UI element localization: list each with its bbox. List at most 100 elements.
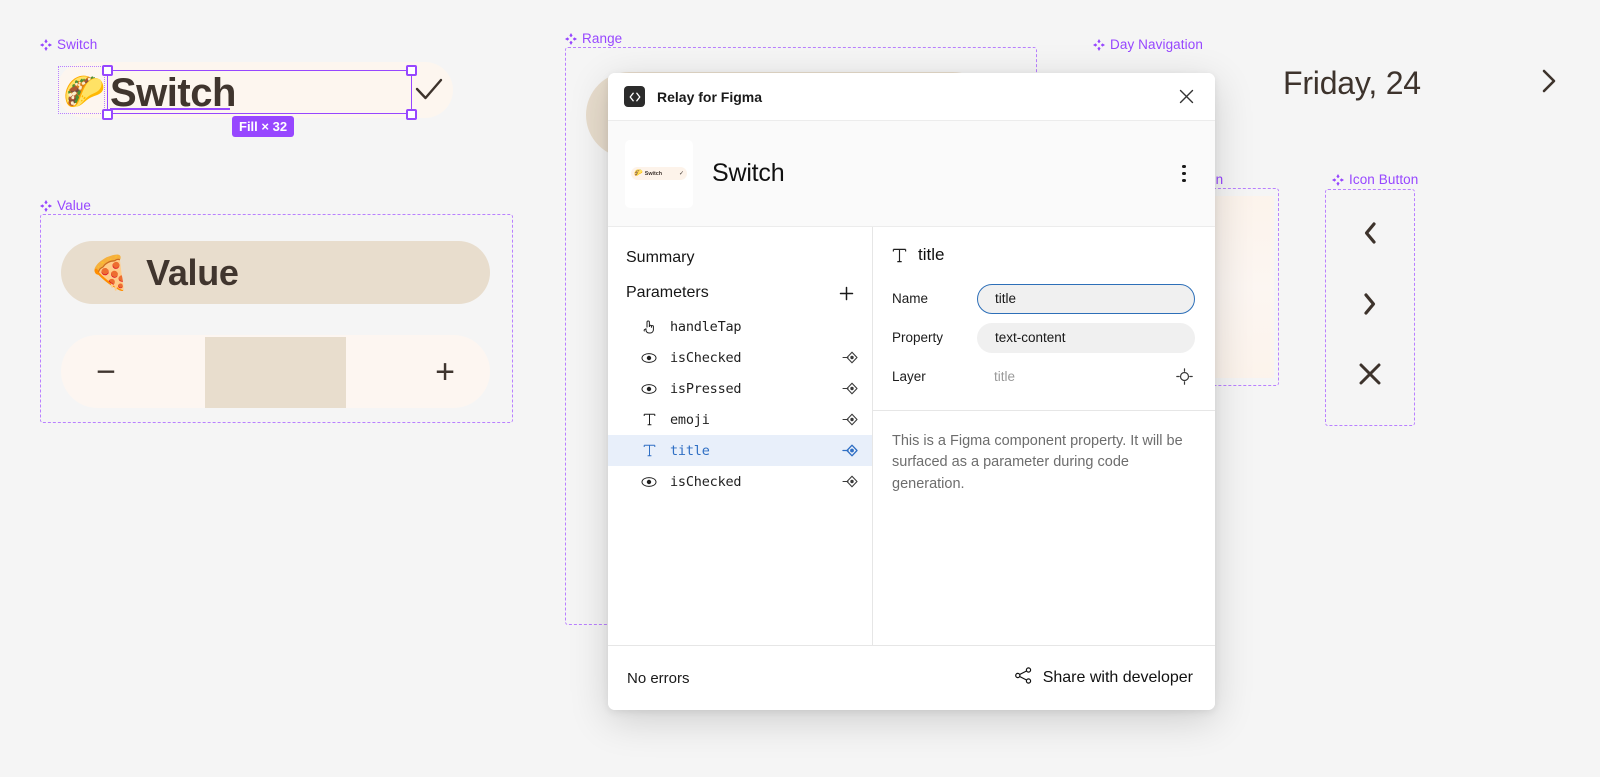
component-diamond-icon [565, 32, 577, 45]
value-readout-field[interactable] [205, 337, 346, 408]
layer-value: title [994, 369, 1016, 384]
parameter-name: handleTap [670, 318, 742, 335]
chevron-right-icon [1364, 293, 1376, 315]
field-label-name: Name [892, 291, 929, 306]
field-row-name: Name title [873, 279, 1215, 318]
parameter-name: isChecked [670, 473, 742, 490]
summary-section-label[interactable]: Summary [608, 241, 872, 277]
field-row-layer: Layer title [873, 357, 1215, 396]
property-link-icon[interactable] [842, 351, 858, 364]
component-diamond-icon [40, 38, 52, 51]
pizza-emoji: 🍕 [89, 254, 131, 291]
taco-emoji: 🌮 [63, 73, 106, 111]
frame-label-value[interactable]: Value [40, 198, 91, 213]
selection-rectangle [107, 70, 412, 114]
day-navigation-next-button[interactable] [1530, 62, 1568, 100]
increment-button[interactable]: + [400, 355, 490, 389]
dot [1182, 164, 1186, 169]
value-label: Value [146, 251, 239, 293]
value-pill[interactable]: 🍕 Value [61, 241, 490, 304]
hidden-component-content [1212, 196, 1274, 378]
target-crosshair-icon[interactable] [1173, 368, 1195, 385]
frame-label-range[interactable]: Range [565, 31, 622, 46]
decrement-button[interactable]: − [61, 355, 151, 389]
selection-handle-top-left[interactable] [102, 65, 113, 76]
dot [1182, 178, 1186, 183]
parameter-detail-panel: title Name title Property text-content L… [873, 227, 1215, 645]
selection-handle-bottom-left[interactable] [102, 109, 113, 120]
close-icon [1179, 89, 1193, 104]
eye-icon [641, 352, 657, 364]
add-parameter-button[interactable] [834, 281, 858, 305]
parameter-name: isChecked [670, 349, 742, 366]
parameter-row-isChecked-1[interactable]: isChecked [608, 342, 872, 373]
text-type-icon [641, 413, 657, 426]
parameters-section-header: Parameters [608, 277, 872, 311]
component-diamond-icon [1332, 173, 1344, 186]
component-diamond-icon [40, 199, 52, 212]
day-navigation-date: Friday, 24 [1283, 65, 1421, 101]
frame-label-day-navigation[interactable]: Day Navigation [1093, 37, 1203, 52]
frame-label-text: Value [57, 198, 92, 213]
frame-label-text: Icon Button [1349, 172, 1419, 187]
tap-gesture-icon [641, 319, 657, 334]
share-with-developer-button[interactable]: Share with developer [1014, 666, 1193, 690]
property-link-icon[interactable] [842, 413, 858, 426]
dot [1182, 171, 1186, 176]
text-type-icon [641, 444, 657, 457]
more-vertical-icon[interactable] [1171, 159, 1197, 189]
icon-button-next[interactable] [1348, 284, 1392, 324]
dialog-title: Relay for Figma [657, 88, 763, 105]
parameter-name: isPressed [670, 380, 742, 397]
parameter-name: emoji [670, 411, 710, 428]
property-input[interactable]: text-content [977, 322, 1195, 353]
thumbnail-taco-emoji: 🌮 [634, 170, 643, 177]
icon-button-previous[interactable] [1348, 213, 1392, 253]
share-nodes-icon [1014, 666, 1033, 690]
component-thumbnail: 🌮 Switch ✓ [625, 139, 693, 208]
component-name: Switch [712, 159, 785, 187]
eye-icon [641, 383, 657, 395]
detail-header: title [873, 227, 1215, 279]
parameter-name: title [670, 442, 710, 459]
relay-plugin-dialog: Relay for Figma 🌮 Switch ✓ Switch Summar [608, 73, 1215, 710]
figma-canvas: Switch 🌮 Switch Fill × 32 Value 🍕 Value … [0, 0, 1600, 777]
parameter-row-handleTap[interactable]: handleTap [608, 311, 872, 342]
icon-button-close[interactable] [1348, 354, 1392, 394]
frame-label-text: Day Navigation [1110, 37, 1203, 52]
dialog-hero: 🌮 Switch ✓ Switch [608, 121, 1215, 227]
dialog-footer: No errors Share with developer [608, 645, 1215, 710]
chevron-right-icon [1542, 69, 1556, 93]
component-diamond-icon [1093, 38, 1105, 51]
parameter-row-isPressed[interactable]: isPressed [608, 373, 872, 404]
share-label: Share with developer [1042, 669, 1193, 686]
property-link-icon[interactable] [842, 382, 858, 395]
dialog-titlebar: Relay for Figma [608, 73, 1215, 121]
dialog-close-button[interactable] [1173, 84, 1199, 110]
frame-label-icon-button[interactable]: Icon Button [1332, 172, 1418, 187]
chevron-left-icon [1364, 222, 1376, 244]
frame-label-switch[interactable]: Switch [40, 37, 97, 52]
parameter-row-emoji[interactable]: emoji [608, 404, 872, 435]
code-brackets-icon [624, 86, 645, 107]
frame-label-text: Switch [57, 37, 98, 52]
parameter-description: This is a Figma component property. It w… [892, 433, 1183, 492]
property-link-icon[interactable] [842, 444, 858, 457]
property-link-icon[interactable] [842, 475, 858, 488]
parameter-row-isChecked-2[interactable]: isChecked [608, 466, 872, 497]
close-x-icon [1359, 363, 1381, 385]
thumbnail-label: Switch [644, 170, 663, 177]
field-label-property: Property [892, 330, 944, 345]
field-row-property: Property text-content [873, 318, 1215, 357]
name-input[interactable]: title [977, 283, 1195, 314]
plus-icon [839, 286, 853, 300]
field-label-layer: Layer [892, 369, 926, 384]
parameter-row-title[interactable]: title [608, 435, 872, 466]
check-icon[interactable] [412, 72, 446, 111]
eye-icon [641, 476, 657, 488]
thumbnail-pill: 🌮 Switch ✓ [631, 167, 687, 180]
parameters-section-label: Parameters [626, 284, 709, 301]
text-type-icon [892, 248, 907, 263]
thumbnail-check-icon: ✓ [678, 171, 684, 177]
frame-label-text: Range [582, 31, 623, 46]
